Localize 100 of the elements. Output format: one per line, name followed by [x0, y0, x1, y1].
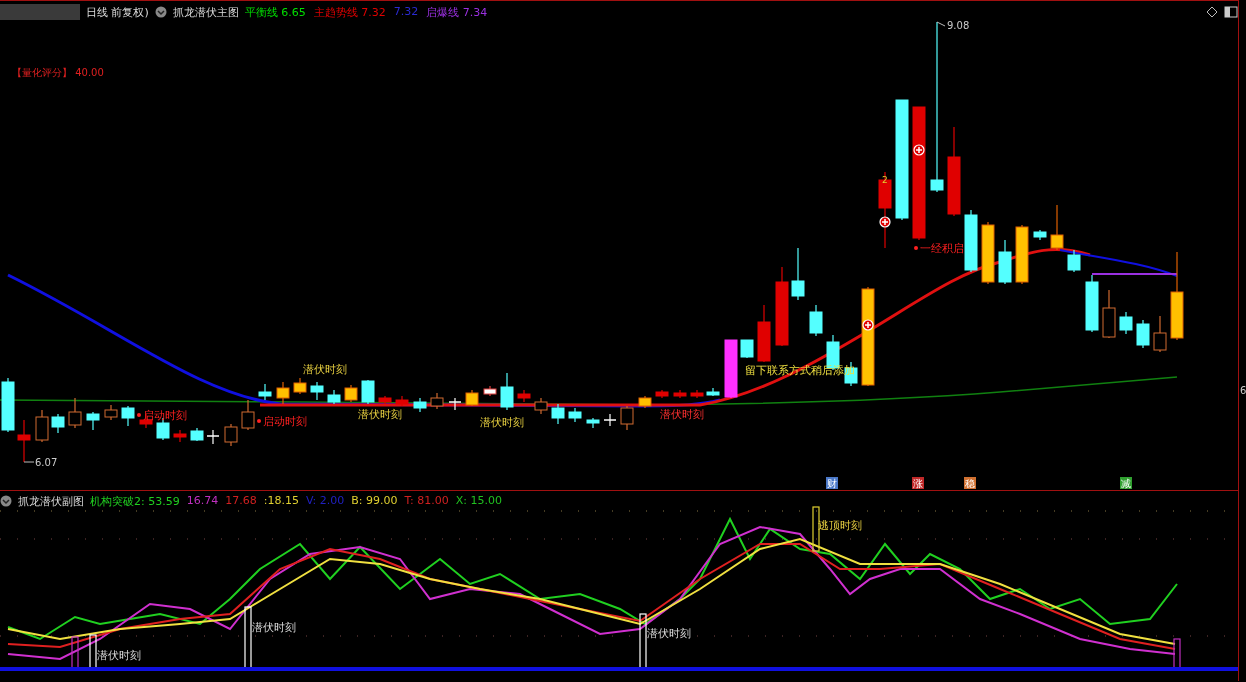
candlestick	[724, 339, 738, 399]
legend-value: T: 81.00	[404, 493, 449, 509]
signal-label: 一经积启	[914, 242, 964, 255]
candlestick	[551, 403, 565, 425]
candlestick	[655, 389, 669, 399]
candlestick	[517, 389, 531, 403]
candlestick	[395, 395, 409, 407]
plus-circle-icon	[913, 144, 925, 156]
candlestick	[17, 419, 31, 463]
candlestick	[1136, 319, 1150, 349]
candlestick	[173, 429, 187, 443]
legend-value: B: 99.00	[351, 493, 398, 509]
signal-bar	[244, 606, 252, 670]
legend-value: 16.74	[186, 493, 219, 509]
candlestick	[35, 409, 49, 443]
candlestick	[586, 417, 600, 429]
candlestick	[190, 427, 204, 442]
candlestick	[809, 304, 823, 337]
dropdown-icon[interactable]	[154, 6, 167, 18]
candlestick	[740, 339, 754, 359]
candlestick	[1050, 204, 1064, 251]
candlestick	[1102, 289, 1116, 339]
signal-label: 潜伏时刻	[97, 649, 141, 662]
candlestick	[1, 377, 15, 433]
candlestick	[844, 361, 858, 387]
candlestick	[568, 407, 582, 423]
candlestick	[378, 395, 392, 405]
event-tag: 稳	[964, 477, 976, 489]
panel-toggle-icon[interactable]	[1224, 6, 1238, 18]
signal-label: 潜伏时刻	[647, 627, 691, 640]
candlestick	[206, 429, 220, 445]
candlestick	[620, 405, 634, 431]
candlestick	[638, 395, 652, 409]
event-tag: 涨	[912, 477, 924, 489]
candlestick	[1067, 249, 1081, 273]
legend-value: V: 2.00	[305, 493, 345, 509]
candlestick	[483, 385, 497, 397]
score-label: 【量化评分】 40.00	[12, 67, 104, 78]
candlestick	[981, 221, 995, 285]
legend-value: 启爆线 7.34	[426, 4, 488, 20]
legend-value: 主趋势线 7.32	[313, 4, 386, 20]
candlestick	[258, 383, 272, 401]
candlestick	[706, 387, 720, 397]
candlestick	[1119, 311, 1133, 335]
candlestick	[465, 389, 479, 407]
candlestick	[534, 397, 548, 415]
candlestick	[791, 247, 805, 301]
diamond-icon[interactable]	[1206, 6, 1218, 18]
candlestick	[86, 411, 100, 431]
legend-value: X: 15.00	[455, 493, 502, 509]
candlestick	[1015, 224, 1029, 285]
event-tag: 减	[1120, 477, 1132, 489]
signal-bar	[812, 506, 820, 552]
candlestick	[998, 239, 1012, 285]
candlestick	[1033, 229, 1047, 241]
signal-label: 潜伏时刻	[480, 416, 524, 429]
legend-value: 17.68	[225, 493, 257, 509]
candlestick	[51, 413, 65, 434]
candlestick	[413, 397, 427, 413]
candlestick	[310, 381, 324, 401]
signal-label: 潜伏时刻	[660, 408, 704, 421]
candlestick	[68, 397, 82, 429]
signal-label: 启动时刻	[257, 415, 307, 428]
signal-label: 潜伏时刻	[252, 621, 296, 634]
candlestick	[104, 404, 118, 421]
dropdown-icon[interactable]	[0, 495, 12, 507]
plus-circle-icon	[879, 216, 891, 228]
event-tag: 财	[826, 477, 838, 489]
legend-value: 7.32	[393, 4, 419, 20]
signal-bar	[89, 634, 97, 670]
candlestick	[448, 397, 462, 411]
candlestick	[361, 379, 375, 405]
signal-label: 逃顶时刻	[818, 519, 862, 532]
period-label: 日线 前复权)	[86, 4, 149, 20]
candlestick	[276, 381, 290, 405]
candlestick	[690, 389, 704, 399]
legend-value: 平衡线 6.65	[244, 4, 306, 20]
legend-value: 机构突破2: 53.59	[90, 493, 180, 509]
candlestick	[430, 392, 444, 410]
signal-label: 潜伏时刻	[358, 408, 402, 421]
candlestick	[673, 389, 687, 399]
candlestick	[964, 209, 978, 273]
plus-circle-icon	[862, 319, 874, 331]
candlestick	[603, 413, 617, 427]
signal-label: 启动时刻	[137, 409, 187, 422]
candlestick	[1153, 315, 1167, 353]
candlestick	[500, 372, 514, 411]
indicator-name: 抓龙潜伏副图	[18, 493, 84, 509]
axis-label: 6	[1240, 385, 1246, 396]
candlestick	[241, 399, 255, 431]
indicator-name: 抓龙潜伏主图	[172, 4, 239, 20]
legend-value: :18.15	[263, 493, 299, 509]
candlestick	[121, 405, 135, 427]
candlestick	[757, 304, 771, 363]
candlestick	[1085, 274, 1099, 333]
candlestick	[224, 423, 238, 447]
mark-label: 2	[882, 175, 888, 185]
signal-bar	[639, 613, 647, 670]
candlestick	[327, 389, 341, 405]
candlestick	[293, 377, 307, 395]
